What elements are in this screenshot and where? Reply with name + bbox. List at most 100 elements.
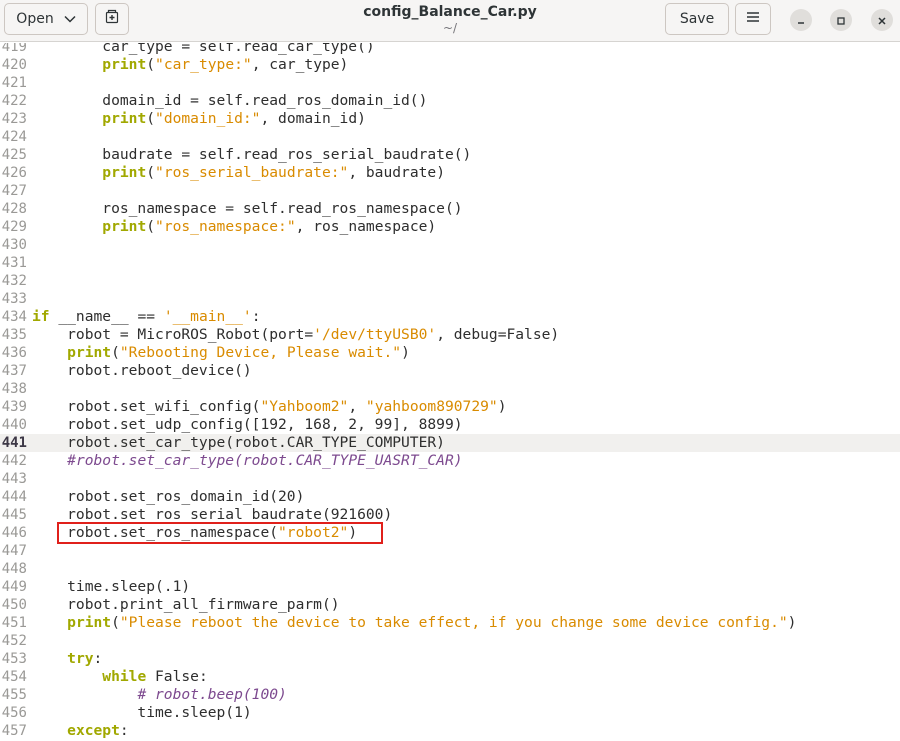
code-line[interactable]: 441 robot.set_car_type(robot.CAR_TYPE_CO… bbox=[0, 434, 900, 452]
code-token: , bbox=[348, 398, 366, 415]
code-text: robot.set_ros_domain_id(20) bbox=[32, 488, 304, 506]
code-line[interactable]: 425 baudrate = self.read_ros_serial_baud… bbox=[0, 146, 900, 164]
code-line[interactable]: 443 bbox=[0, 470, 900, 488]
code-token: robot.set_udp_config([192, 168, 2, 99], … bbox=[32, 416, 463, 433]
code-line[interactable]: 456 time.sleep(1) bbox=[0, 704, 900, 722]
code-line[interactable]: 422 domain_id = self.read_ros_domain_id(… bbox=[0, 92, 900, 110]
close-icon bbox=[877, 11, 887, 30]
line-number: 437 bbox=[1, 363, 27, 379]
code-line[interactable]: 419 car_type = self.read_car_type() bbox=[0, 43, 900, 56]
code-text: robot.set_ros_serial_baudrate(921600) bbox=[32, 506, 392, 524]
code-line[interactable]: 431 bbox=[0, 254, 900, 272]
line-number: 429 bbox=[1, 219, 27, 235]
code-line[interactable]: 424 bbox=[0, 128, 900, 146]
open-button[interactable]: Open bbox=[4, 3, 88, 35]
line-number: 432 bbox=[1, 273, 27, 289]
code-text: # robot.beep(100) bbox=[32, 686, 286, 704]
code-line[interactable]: 438 bbox=[0, 380, 900, 398]
code-line[interactable]: 439 robot.set_wifi_config("Yahboom2", "y… bbox=[0, 398, 900, 416]
code-token: : bbox=[93, 650, 103, 667]
open-button-label: Open bbox=[16, 11, 54, 27]
line-number: 425 bbox=[1, 147, 27, 163]
menu-button[interactable] bbox=[735, 3, 771, 35]
code-line[interactable]: 437 robot.reboot_device() bbox=[0, 362, 900, 380]
code-token: robot.reboot_device() bbox=[32, 362, 252, 379]
code-line[interactable]: 428 ros_namespace = self.read_ros_namesp… bbox=[0, 200, 900, 218]
code-token: print bbox=[102, 110, 147, 127]
code-token: , baudrate) bbox=[348, 164, 445, 181]
code-line[interactable]: 427 bbox=[0, 182, 900, 200]
code-line[interactable]: 434 if __name__ == '__main__': bbox=[0, 308, 900, 326]
code-token: , car_type) bbox=[251, 56, 349, 73]
code-token: ( bbox=[146, 164, 156, 181]
code-token: , ros_namespace) bbox=[295, 218, 437, 235]
code-line[interactable]: 420 print("car_type:", car_type) bbox=[0, 56, 900, 74]
code-line[interactable]: 447 bbox=[0, 542, 900, 560]
code-token: ( bbox=[111, 344, 120, 361]
close-button[interactable] bbox=[871, 9, 893, 31]
code-text: robot.set_car_type(robot.CAR_TYPE_COMPUT… bbox=[32, 434, 445, 452]
code-line[interactable]: 449 time.sleep(.1) bbox=[0, 578, 900, 596]
code-line[interactable]: 448 bbox=[0, 560, 900, 578]
code-line[interactable]: 429 print("ros_namespace:", ros_namespac… bbox=[0, 218, 900, 236]
code-line[interactable]: 442 #robot.set_car_type(robot.CAR_TYPE_U… bbox=[0, 452, 900, 470]
line-number: 457 bbox=[1, 723, 27, 739]
code-editor[interactable]: 419 car_type = self.read_car_type() 420 p… bbox=[0, 43, 900, 741]
code-token: print bbox=[102, 56, 147, 73]
code-text: print("Rebooting Device, Please wait.") bbox=[32, 344, 410, 362]
new-tab-icon bbox=[104, 9, 120, 29]
code-line[interactable]: 440 robot.set_udp_config([192, 168, 2, 9… bbox=[0, 416, 900, 434]
code-line[interactable]: 453 try: bbox=[0, 650, 900, 668]
line-number: 448 bbox=[1, 561, 27, 577]
code-line[interactable]: 423 print("domain_id:", domain_id) bbox=[0, 110, 900, 128]
code-token: ros_namespace = self.read_ros_namespace(… bbox=[32, 200, 463, 217]
code-token: "yahboom890729" bbox=[365, 398, 498, 415]
line-number: 441 bbox=[1, 435, 27, 451]
code-token: "car_type:" bbox=[155, 56, 252, 73]
line-number: 436 bbox=[1, 345, 27, 361]
code-token: "Rebooting Device, Please wait." bbox=[119, 344, 402, 361]
save-button[interactable]: Save bbox=[665, 3, 729, 35]
code-token: ( bbox=[146, 218, 156, 235]
line-number: 440 bbox=[1, 417, 27, 433]
code-line[interactable]: 432 bbox=[0, 272, 900, 290]
code-line[interactable]: 454 while False: bbox=[0, 668, 900, 686]
code-token: robot.set_ros_serial_baudrate(921600) bbox=[32, 506, 393, 523]
code-line[interactable]: 451 print("Please reboot the device to t… bbox=[0, 614, 900, 632]
code-token: "ros_namespace:" bbox=[155, 218, 296, 235]
code-text: ros_namespace = self.read_ros_namespace(… bbox=[32, 200, 463, 218]
code-text: print("ros_serial_baudrate:", baudrate) bbox=[32, 164, 445, 182]
line-number: 430 bbox=[1, 237, 27, 253]
code-token: time.sleep(.1) bbox=[32, 578, 191, 595]
code-line[interactable]: 433 bbox=[0, 290, 900, 308]
maximize-icon bbox=[836, 11, 846, 30]
code-line[interactable]: 450 robot.print_all_firmware_parm() bbox=[0, 596, 900, 614]
code-token: , debug=False) bbox=[436, 326, 560, 343]
code-text: #robot.set_car_type(robot.CAR_TYPE_UASRT… bbox=[32, 452, 462, 470]
code-line[interactable]: 452 bbox=[0, 632, 900, 650]
code-line[interactable]: 430 bbox=[0, 236, 900, 254]
code-text: car_type = self.read_car_type() bbox=[32, 43, 374, 56]
code-line[interactable]: 426 print("ros_serial_baudrate:", baudra… bbox=[0, 164, 900, 182]
code-line[interactable]: 455 # robot.beep(100) bbox=[0, 686, 900, 704]
code-line[interactable]: 445 robot.set_ros_serial_baudrate(921600… bbox=[0, 506, 900, 524]
code-line[interactable]: 436 print("Rebooting Device, Please wait… bbox=[0, 344, 900, 362]
code-line[interactable]: 446 robot.set_ros_namespace("robot2") bbox=[0, 524, 900, 542]
line-number: 428 bbox=[1, 201, 27, 217]
code-token: robot.set_ros_domain_id(20) bbox=[32, 488, 305, 505]
code-line[interactable]: 421 bbox=[0, 74, 900, 92]
code-token: print bbox=[67, 614, 112, 631]
code-line[interactable]: 444 robot.set_ros_domain_id(20) bbox=[0, 488, 900, 506]
maximize-button[interactable] bbox=[830, 9, 852, 31]
code-text: robot.set_ros_namespace("robot2") bbox=[32, 524, 357, 542]
code-line[interactable]: 435 robot = MicroROS_Robot(port='/dev/tt… bbox=[0, 326, 900, 344]
code-text: print("car_type:", car_type) bbox=[32, 56, 348, 74]
code-line[interactable]: 457 except: bbox=[0, 722, 900, 740]
minimize-button[interactable] bbox=[790, 9, 812, 31]
line-number: 442 bbox=[1, 453, 27, 469]
line-number: 449 bbox=[1, 579, 27, 595]
new-tab-button[interactable] bbox=[95, 3, 129, 35]
line-number: 455 bbox=[1, 687, 27, 703]
code-token: except bbox=[67, 722, 120, 739]
